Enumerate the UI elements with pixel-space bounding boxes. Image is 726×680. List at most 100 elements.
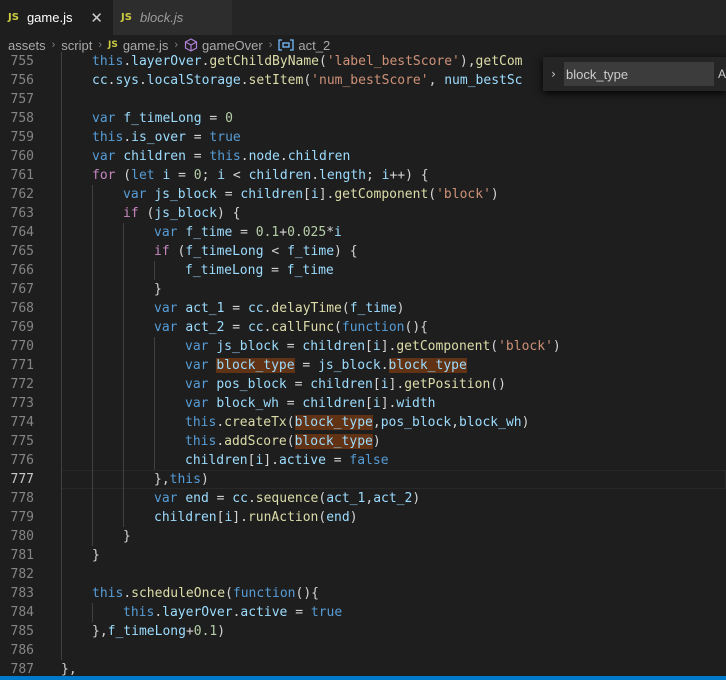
code-text: },this) (154, 470, 209, 489)
code-line[interactable]: 765 if (f_timeLong < f_time) { (0, 242, 726, 261)
code-token: 'num_bestScore' (311, 73, 429, 88)
code-text: f_timeLong = f_time (185, 261, 334, 280)
code-line[interactable]: 764 var f_time = 0.1+0.025*i (0, 223, 726, 242)
code-token: ( (334, 320, 342, 335)
code-token: var (185, 358, 217, 373)
code-line[interactable]: 775 this.addScore(block_type) (0, 432, 726, 451)
code-text: } (123, 527, 131, 546)
code-token: = (294, 358, 319, 373)
code-line[interactable]: 784 this.layerOver.active = true (0, 603, 726, 622)
indent-guide (123, 280, 124, 299)
code-line[interactable]: 760 var children = this.node.children (0, 147, 726, 166)
indent-guide (92, 299, 93, 318)
code-text: var js_block = children[i].getComponent(… (123, 185, 499, 204)
code-token: end (185, 491, 209, 506)
code-text: var act_2 = cc.callFunc(function(){ (154, 318, 428, 337)
code-line[interactable]: 774 this.createTx(block_type,pos_block,bl… (0, 413, 726, 432)
code-line[interactable]: 777},this) (0, 470, 726, 489)
code-line[interactable]: 762 var js_block = children[i].getCompone… (0, 185, 726, 204)
code-token: ( (225, 586, 233, 601)
code-token: pos_block (216, 377, 287, 392)
code-line[interactable]: 769 var act_2 = cc.callFunc(function(){ (0, 318, 726, 337)
js-file-icon: JS (107, 40, 118, 50)
code-line[interactable]: 767} (0, 280, 726, 299)
code-line[interactable]: 771 var block_type = js_block.block_type (0, 356, 726, 375)
indent-guide (61, 584, 62, 603)
code-token: ; (201, 168, 218, 183)
code-text: this.createTx(block_type,pos_block,block… (185, 413, 529, 432)
indent-guide (123, 261, 124, 280)
indent-guide (61, 280, 62, 299)
code-token: . (216, 415, 225, 430)
code-token: js_block (216, 339, 279, 354)
code-token: let (131, 168, 163, 183)
code-token: i (380, 377, 389, 392)
indent-guide (123, 394, 124, 413)
code-token: + (279, 225, 288, 240)
code-token: 0.025 (287, 225, 327, 240)
code-token: = (170, 168, 194, 183)
code-line[interactable]: 761 for (let i = 0; i < children.length; … (0, 166, 726, 185)
indent-guide (61, 128, 62, 147)
code-line[interactable]: 776 children[i].active = false (0, 451, 726, 470)
code-line[interactable]: 780} (0, 527, 726, 546)
indent-guide (61, 508, 62, 527)
tab-game-js[interactable]: JS game.js ✕ (0, 0, 113, 35)
code-text: this.is_over = true (92, 128, 241, 147)
code-line[interactable]: 785},f_timeLong+0.1) (0, 622, 726, 641)
indent-guide (123, 451, 124, 470)
toggle-replace-icon[interactable]: › (543, 67, 564, 81)
code-token: f_time (287, 244, 335, 259)
find-input[interactable] (563, 62, 714, 86)
tab-block-js[interactable]: JS block.js (113, 0, 233, 35)
code-line[interactable]: 786 (0, 641, 726, 660)
code-line[interactable]: 758 var f_timeLong = 0 (0, 109, 726, 128)
breadcrumb-item-assets[interactable]: assets (8, 38, 46, 53)
breadcrumb-item-file[interactable]: game.js (123, 38, 169, 53)
code-line[interactable]: 757 (0, 90, 726, 109)
code-token: getPosition (404, 377, 491, 392)
indent-guide (123, 413, 124, 432)
code-token: = (286, 377, 311, 392)
breadcrumb-item-method[interactable]: gameOver (202, 38, 263, 53)
code-text: for (let i = 0; i < children.length; i++… (92, 166, 429, 185)
code-editor[interactable]: 755 this.layerOver.getChildByName('label_… (0, 52, 726, 676)
code-line[interactable]: 779 children[i].runAction(end) (0, 508, 726, 527)
code-line[interactable]: 768 var act_1 = cc.delayTime(f_time) (0, 299, 726, 318)
breadcrumb-item-script[interactable]: script (61, 38, 92, 53)
code-token: } (92, 548, 100, 563)
code-token: [ (365, 396, 373, 411)
close-icon[interactable]: ✕ (90, 9, 103, 27)
code-token: ) (217, 624, 226, 639)
code-line[interactable]: 772 var pos_block = children[i].getPositi… (0, 375, 726, 394)
code-token: this (209, 149, 241, 164)
code-text: }, (61, 660, 77, 676)
code-line[interactable]: 766 f_timeLong = f_time (0, 261, 726, 280)
code-token: function (341, 320, 405, 335)
status-bar (0, 676, 726, 680)
breadcrumb-item-variable[interactable]: act_2 (298, 38, 330, 53)
code-token: var (154, 491, 186, 506)
code-line[interactable]: 773 var block_wh = children[i].width (0, 394, 726, 413)
code-line[interactable]: 770 var js_block = children[i].getCompone… (0, 337, 726, 356)
code-line[interactable]: 778 var end = cc.sequence(act_1,act_2) (0, 489, 726, 508)
match-case-option[interactable]: A (718, 67, 726, 81)
code-line[interactable]: 759 this.is_over = true (0, 128, 726, 147)
code-line[interactable]: 783 this.scheduleOnce(function(){ (0, 584, 726, 603)
code-token: , (365, 491, 374, 506)
code-token: [ (365, 339, 373, 354)
code-line[interactable]: 781} (0, 546, 726, 565)
line-number: 772 (10, 377, 34, 392)
code-token: , (451, 415, 459, 430)
line-number: 784 (10, 605, 34, 620)
indent-guide (92, 470, 93, 489)
code-token: 0.1 (193, 624, 218, 639)
indent-guide (61, 565, 62, 584)
code-token: = (224, 320, 248, 335)
code-token: } (123, 529, 131, 544)
line-number: 764 (10, 225, 34, 240)
code-line[interactable]: 782 (0, 565, 726, 584)
code-line[interactable]: 787}, (0, 660, 726, 676)
code-token: ) (490, 187, 499, 202)
code-line[interactable]: 763 if (js_block) { (0, 204, 726, 223)
